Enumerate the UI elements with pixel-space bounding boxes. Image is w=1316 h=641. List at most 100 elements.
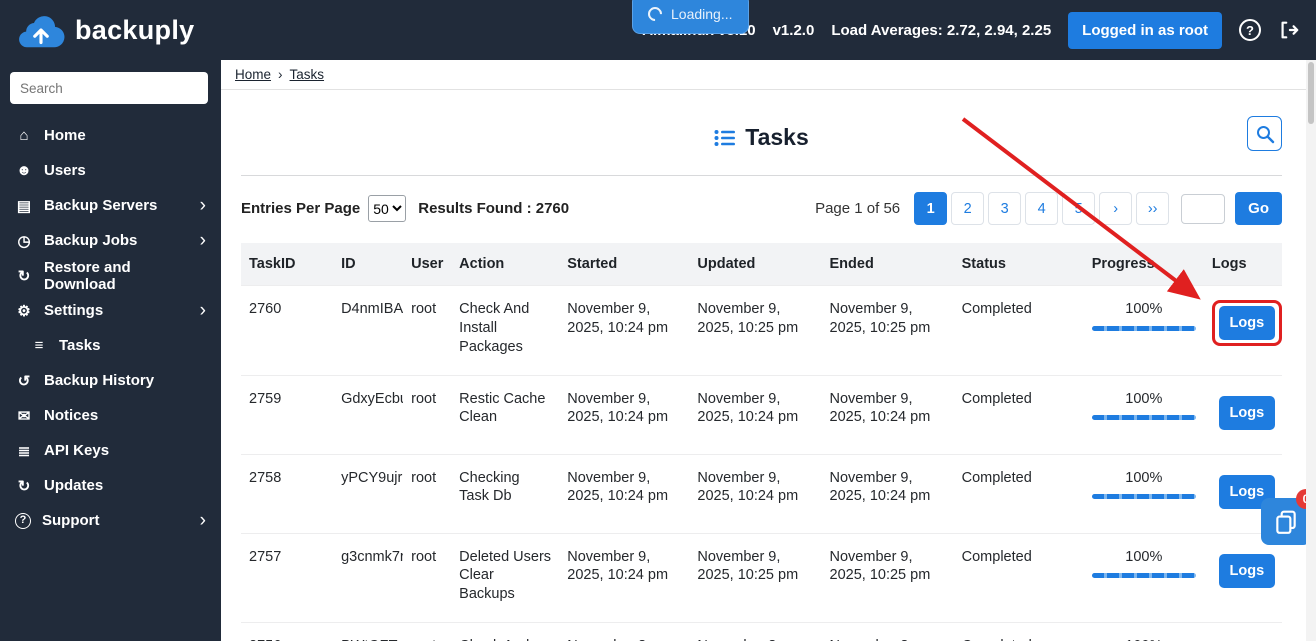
pagination-button-5[interactable]: 5 [1062, 192, 1096, 225]
sidebar-item-label: Backup History [44, 372, 155, 389]
chevron-right-icon: › [199, 509, 206, 531]
cell-progress: 100% [1083, 374, 1204, 455]
help-icon[interactable]: ? [1239, 19, 1261, 41]
sidebar-item-backup-jobs[interactable]: ◷ Backup Jobs › [0, 223, 221, 258]
cell-user: root [403, 285, 452, 376]
column-header-logs: Logs [1203, 243, 1282, 286]
chevron-right-icon: › [199, 229, 206, 251]
pagination-button-6[interactable]: › [1099, 192, 1133, 225]
spinner-icon [645, 4, 665, 24]
cell-id: GdxyEcbu [333, 374, 404, 455]
cell-action: Check And Install [451, 622, 560, 641]
progress-bar [1091, 494, 1196, 500]
entries-per-page-select[interactable]: 50 [368, 195, 407, 222]
topbar: backuply Loading... Almalinux v8.10 v1.2… [0, 0, 1316, 60]
sidebar-item-restore-and-download[interactable]: ↻ Restore and Download [0, 258, 221, 293]
pagination-button-1[interactable]: 1 [914, 192, 948, 225]
pagination-button-7[interactable]: ›› [1136, 192, 1170, 225]
tasks-table: TaskID ID User Action Started Updated Ended Sta… [241, 243, 1282, 641]
cell-taskid: 2756 [241, 622, 334, 641]
cell-status: Completed [953, 285, 1084, 376]
page-title: Tasks [745, 124, 809, 150]
pagination-button-3[interactable]: 3 [988, 192, 1022, 225]
table-row: 2756 BWtOZTg1 root Check And Install Nov… [241, 622, 1282, 641]
sidebar-item-backup-history[interactable]: ↺ Backup History [0, 363, 221, 398]
pager: Page 1 of 56 1 2 3 4 5 › ›› Go [815, 192, 1282, 225]
logs-button[interactable]: Logs [1218, 395, 1275, 430]
breadcrumb-tasks-link[interactable]: Tasks [290, 67, 325, 82]
cell-id: yPCY9ujr [333, 453, 404, 534]
sidebar-item-notices[interactable]: ✉ Notices [0, 398, 221, 433]
sidebar-item-tasks[interactable]: ≡ Tasks [0, 328, 221, 363]
cell-user: root [403, 374, 452, 455]
progress-bar [1091, 325, 1196, 331]
pagination-button-4[interactable]: 4 [1025, 192, 1059, 225]
tasks-list-icon [714, 129, 736, 146]
refresh-icon: ↻ [17, 477, 31, 495]
logs-button[interactable]: Logs [1218, 553, 1275, 588]
table-row: 2758 yPCY9ujr root Checking Task Db Nove… [241, 453, 1282, 534]
home-icon: ⌂ [19, 127, 29, 144]
column-header-progress: Progress [1083, 243, 1204, 286]
main-area: Home › Tasks Tasks Entries Per Page 50 R… [221, 60, 1316, 641]
sidebar-item-backup-servers[interactable]: ▤ Backup Servers › [0, 188, 221, 223]
sidebar-item-label: Notices [44, 407, 99, 424]
search-icon [1256, 125, 1274, 143]
sidebar-item-label: Users [44, 162, 86, 179]
sidebar-item-settings[interactable]: ⚙ Settings › [0, 293, 221, 328]
comment-icon: ✉ [17, 407, 31, 425]
cell-action: Deleted Users Clear Backups [451, 532, 560, 623]
page-number-input[interactable] [1181, 193, 1226, 224]
sidebar-item-support[interactable]: ? Support › [0, 503, 221, 538]
cell-status: Completed [953, 374, 1084, 455]
scrollbar[interactable] [1306, 60, 1316, 641]
column-header-taskid: TaskID [241, 243, 334, 286]
column-header-updated: Updated [689, 243, 822, 286]
sidebar-search-input[interactable] [10, 72, 208, 104]
cell-taskid: 2757 [241, 532, 334, 623]
clipboard-widget[interactable]: 0 [1261, 489, 1316, 545]
cell-taskid: 2758 [241, 453, 334, 534]
title-row: Tasks [241, 110, 1282, 175]
pagination-button-2[interactable]: 2 [951, 192, 985, 225]
cell-user: root [403, 622, 452, 641]
chevron-right-icon: › [199, 194, 206, 216]
sidebar: ⌂ Home ☻ Users ▤ Backup Servers › ◷ Back… [0, 60, 221, 641]
sidebar-item-label: Restore and Download [44, 258, 131, 293]
column-header-id: ID [333, 243, 404, 286]
entries-per-page-label: Entries Per Page [241, 200, 361, 217]
sidebar-item-label: Updates [44, 477, 104, 494]
sidebar-item-api-keys[interactable]: ≣ API Keys [0, 433, 221, 468]
column-header-user: User [403, 243, 452, 286]
breadcrumb-home-link[interactable]: Home [235, 67, 271, 82]
results-found-label: Results Found : 2760 [418, 200, 570, 217]
cell-action: Check And Install Packages [451, 285, 560, 376]
sidebar-item-updates[interactable]: ↻ Updates [0, 468, 221, 503]
cell-status: Completed [953, 532, 1084, 623]
logs-button[interactable]: Logs [1218, 306, 1275, 340]
sidebar-item-label: Home [44, 127, 86, 144]
page-info-label: Page 1 of 56 [815, 200, 901, 217]
cell-progress: 100% [1083, 453, 1204, 534]
history-icon: ↺ [17, 372, 31, 390]
cell-action: Checking Task Db [451, 453, 560, 534]
cell-status: Completed [953, 622, 1084, 641]
cell-ended: November 8, 2025, 10:25 pm [821, 622, 954, 641]
sidebar-item-home[interactable]: ⌂ Home [0, 118, 221, 153]
loading-toast: Loading... [632, 0, 749, 34]
logged-in-button[interactable]: Logged in as root [1068, 11, 1222, 49]
cell-id: BWtOZTg1 [333, 622, 404, 641]
go-button[interactable]: Go [1235, 192, 1282, 225]
logout-icon[interactable] [1278, 19, 1300, 41]
brand[interactable]: backuply [0, 11, 194, 49]
cell-id: g3cnmk7r [333, 532, 404, 623]
table-row: 2757 g3cnmk7r root Deleted Users Clear B… [241, 532, 1282, 623]
scrollbar-thumb[interactable] [1308, 62, 1314, 124]
sidebar-item-users[interactable]: ☻ Users [0, 153, 221, 188]
cell-user: root [403, 532, 452, 623]
cell-logs: Logs [1203, 285, 1282, 376]
chevron-right-icon: › [199, 299, 206, 321]
server-icon: ▤ [16, 197, 32, 215]
table-search-button[interactable] [1247, 116, 1282, 151]
logs-highlight-frame: Logs [1211, 300, 1282, 346]
